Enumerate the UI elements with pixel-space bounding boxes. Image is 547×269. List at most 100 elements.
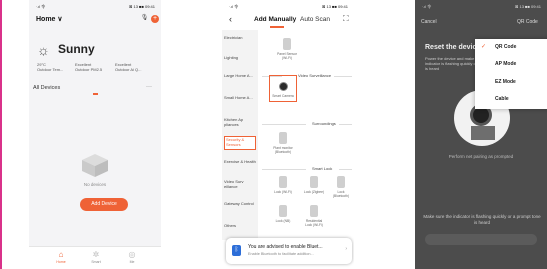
device-label: Lock (Bluetooth) (332, 190, 350, 198)
lock-icon (310, 176, 318, 188)
device-icon (283, 38, 291, 50)
category-item-active[interactable]: Security & Sensors (224, 136, 256, 150)
bottom-tab-bar: ⌂ Home ✲ Smart ◎ Me (29, 246, 161, 269)
scan-icon[interactable]: ⛶ (343, 14, 349, 24)
status-left: ᐧ.ıl 令 (229, 4, 239, 9)
weather-col-air: Excellent Outdoor Ai Q... (115, 62, 141, 72)
divider (262, 169, 306, 170)
category-item[interactable]: Lighting (224, 55, 256, 61)
tab-home-label: Home (56, 260, 66, 264)
device-label: Lock (NB) (275, 219, 291, 223)
category-item[interactable]: Large Home A... (224, 73, 256, 79)
menu-item-qr-code[interactable]: QR Code (495, 44, 516, 50)
weather-label: Sunny (58, 42, 95, 56)
status-bar: ᐧ.ıl 令 ⊠ 13 ■■ 09:41 (222, 4, 354, 11)
device-tile[interactable]: Lock (Bluetooth) (330, 176, 352, 198)
weather-col-temp: 29°C Outdoor Tem... (37, 62, 63, 72)
add-icon[interactable]: + (151, 15, 159, 23)
category-item[interactable]: Gateway Control (224, 201, 256, 207)
air-label: Outdoor Ai Q... (115, 67, 142, 72)
home-icon: ⌂ (58, 250, 64, 259)
device-tile[interactable]: Panel Sensor (Wi-Fi) (276, 38, 298, 60)
all-devices-tab[interactable]: All Devices (33, 85, 60, 91)
smart-camera-tile[interactable]: Smart Camera (269, 75, 297, 102)
menu-item-ez-mode[interactable]: EZ Mode (495, 79, 516, 85)
status-left: ᐧ.ıl 令 (36, 4, 46, 9)
smart-camera-label: Smart Camera (272, 94, 294, 98)
add-manually-screen: ᐧ.ıl 令 ⊠ 13 ■■ 09:41 ‹ Add Manually Auto… (222, 0, 354, 269)
camera-stand (471, 126, 495, 140)
status-right: ⊠ 13 ■■ 09:41 (515, 4, 541, 9)
device-label: Plant monitor (Bluetooth) (273, 146, 293, 154)
more-icon[interactable]: ··· (146, 84, 152, 90)
divider (339, 124, 352, 125)
camera-icon (278, 82, 288, 91)
home-screen: ᐧ.ıl 令 ⊠ 13 ■■ 09:41 Home ∨ 🎙 + ☼ Sunny … (29, 0, 161, 269)
me-icon: ◎ (128, 250, 136, 259)
category-item[interactable]: Others (224, 223, 256, 229)
device-tile[interactable]: Lock (Wi-Fi) (272, 176, 294, 194)
back-icon[interactable]: ‹ (229, 14, 232, 24)
close-icon[interactable]: › (345, 246, 347, 252)
temp-label: Outdoor Tem... (37, 67, 64, 72)
mode-dropdown[interactable]: QR Code (517, 19, 538, 25)
tab-smart-label: Smart (91, 260, 101, 264)
device-label: Panel Sensor (Wi-Fi) (277, 52, 297, 60)
pm25-label: Outdoor PM2.5 (75, 67, 103, 72)
mode-menu: ✓ QR Code AP Mode EZ Mode Cable (475, 39, 547, 109)
pairing-prompt: Perform net pairing as prompted (448, 154, 514, 159)
category-item[interactable]: Electrician (224, 35, 256, 41)
menu-item-ap-mode[interactable]: AP Mode (495, 61, 516, 67)
sun-icon: ☼ (37, 42, 50, 58)
status-right: ⊠ 13 ■■ 09:41 (129, 4, 155, 9)
bluetooth-banner[interactable]: ᛒ You are advised to enable Bluet... Ena… (226, 238, 352, 264)
category-item[interactable]: Small Home A... (224, 95, 256, 101)
category-item[interactable]: Kitchen Ap pliances (224, 117, 256, 128)
device-tile[interactable]: Residential Lock (Wi-Fi) (303, 205, 325, 227)
lock-icon (310, 205, 318, 217)
divider (339, 169, 352, 170)
category-sidebar: Electrician Lighting Large Home A... Sma… (222, 30, 258, 240)
tab-home[interactable]: ⌂ Home (46, 250, 76, 264)
lock-icon (279, 176, 287, 188)
menu-item-cable[interactable]: Cable (495, 96, 509, 102)
status-bar: ᐧ.ıl 令 ⊠ 13 ■■ 09:41 (415, 4, 547, 11)
bluetooth-icon: ᛒ (232, 245, 241, 256)
section-video: Video Surveillance (298, 73, 332, 78)
cancel-button[interactable]: Cancel (421, 19, 437, 25)
device-tile[interactable]: Lock (NB) (272, 205, 294, 223)
category-item[interactable]: Exercise & Health (224, 159, 256, 165)
category-item[interactable]: Video Surv eillance (224, 179, 256, 190)
status-bar: ᐧ.ıl 令 ⊠ 13 ■■ 09:41 (29, 4, 161, 11)
check-icon: ✓ (481, 44, 487, 50)
plant-monitor-icon (279, 132, 287, 144)
tab-auto-scan[interactable]: Auto Scan (300, 16, 330, 23)
tab-me[interactable]: ◎ Me (117, 250, 147, 264)
indicator-hint: Make sure the indicator is flashing quic… (423, 214, 541, 225)
status-right: ⊠ 13 ■■ 09:41 (322, 4, 348, 9)
tab-underline (270, 26, 284, 28)
add-device-button[interactable]: Add Device (80, 198, 128, 211)
banner-title: You are advised to enable Bluet... (248, 244, 323, 250)
tab-me-label: Me (129, 260, 135, 264)
microphone-icon[interactable]: 🎙 (140, 14, 149, 23)
lock-icon (337, 176, 345, 188)
weather-col-pm25: Excellent Outdoor PM2.5 (75, 62, 102, 72)
device-label: Residential Lock (Wi-Fi) (305, 219, 323, 227)
sun-icon: ✲ (92, 250, 100, 259)
divider (262, 124, 306, 125)
divider (334, 76, 352, 77)
screenshot-canvas: ᐧ.ıl 令 ⊠ 13 ■■ 09:41 Home ∨ 🎙 + ☼ Sunny … (0, 0, 547, 269)
device-tile[interactable]: Lock (Zigbee) (303, 176, 325, 194)
tab-smart[interactable]: ✲ Smart (81, 250, 111, 264)
empty-box-icon (82, 154, 108, 177)
tab-add-manually[interactable]: Add Manually (254, 16, 296, 23)
device-label: Lock (Zigbee) (303, 190, 325, 194)
section-smart-lock: Smart Lock (312, 166, 333, 171)
home-dropdown[interactable]: Home ∨ (36, 15, 63, 23)
device-tile[interactable]: Plant monitor (Bluetooth) (272, 132, 294, 154)
no-devices-label: No devices (83, 182, 107, 187)
left-edge-bar (0, 0, 2, 269)
next-button[interactable] (425, 234, 537, 245)
section-surroundings: Surroundings (312, 121, 336, 126)
